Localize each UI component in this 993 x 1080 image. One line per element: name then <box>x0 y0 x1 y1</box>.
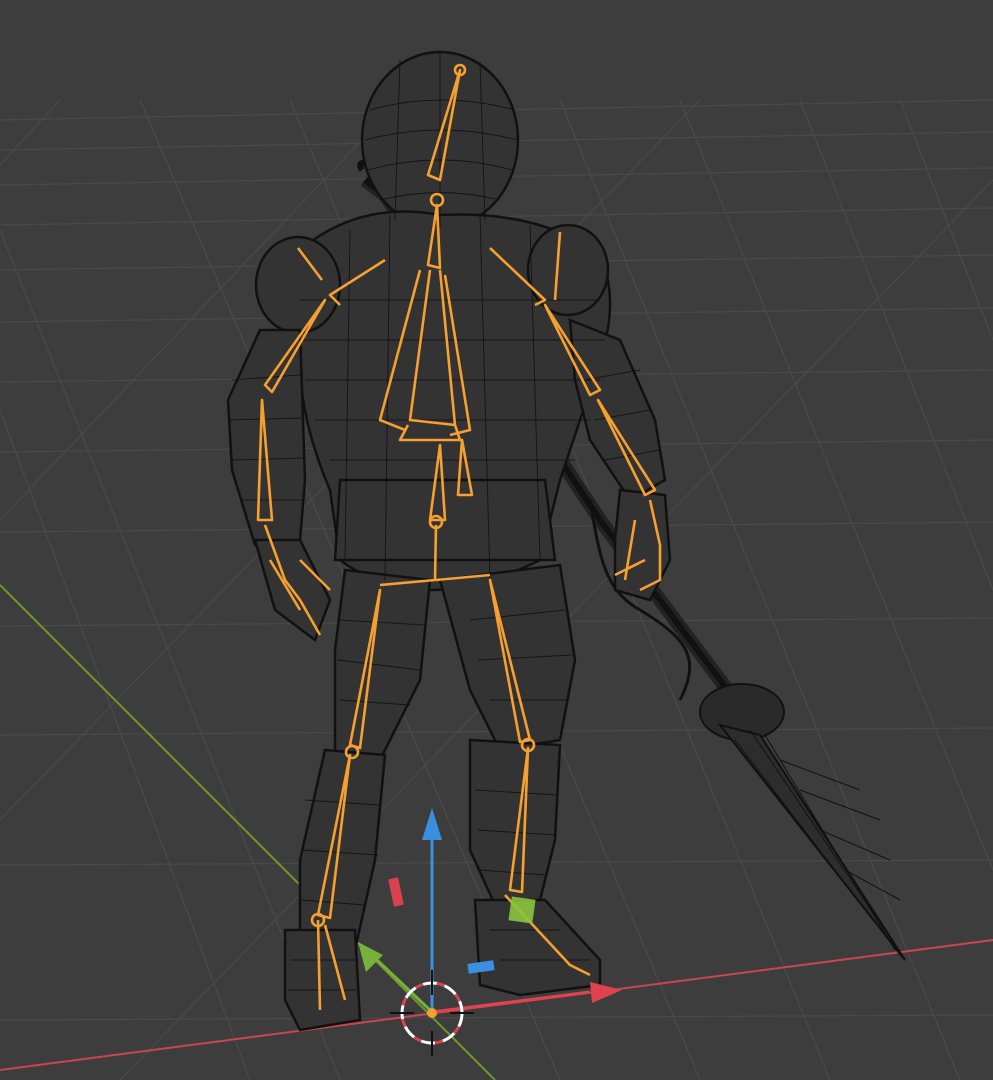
gizmo-y-arrow-icon[interactable] <box>358 942 383 972</box>
xz-plane-handle[interactable] <box>388 877 404 907</box>
yz-plane-handle[interactable] <box>508 896 536 924</box>
viewport-canvas[interactable] <box>0 0 993 1080</box>
3d-viewport[interactable] <box>0 0 993 1080</box>
gizmo-z-arrow-icon[interactable] <box>422 808 442 840</box>
gizmo-x-arrow-icon[interactable] <box>590 982 622 1003</box>
